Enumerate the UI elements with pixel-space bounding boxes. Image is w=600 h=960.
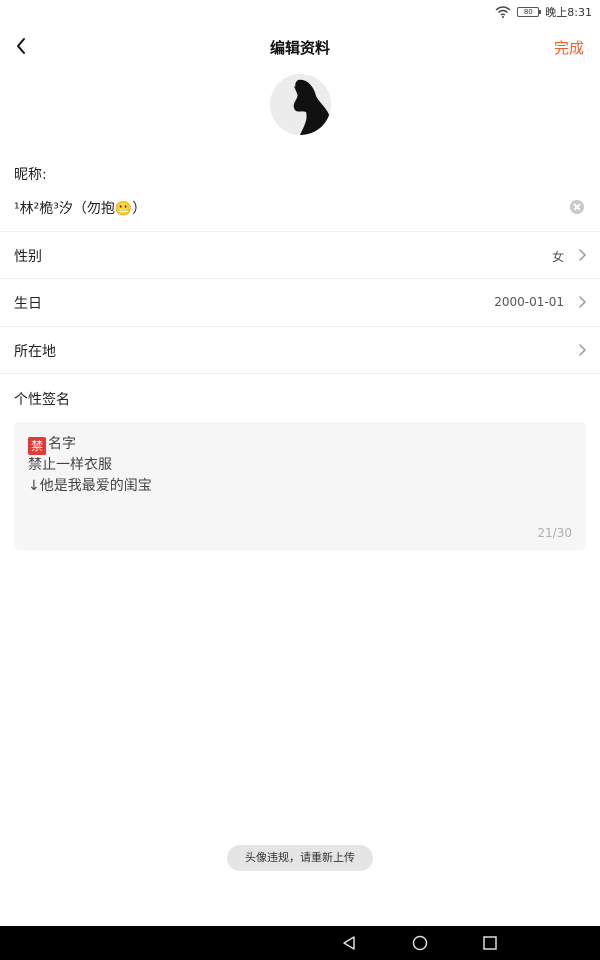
avatar-image [270,74,331,135]
battery-icon: 80 [517,7,542,17]
char-counter: 21/30 [537,526,572,540]
location-label: 所在地 [14,344,56,360]
done-button[interactable]: 完成 [554,37,584,58]
page-title: 编辑资料 [269,39,330,57]
signature-text: 名字 禁止一样衣服 ↓他是我最爱的闺宝 [28,436,152,494]
birthday-value: 2000-01-01 [494,295,564,309]
chevron-right-icon [579,249,586,261]
wifi-icon [495,6,511,18]
battery-level: 80 [523,8,533,16]
status-icons: 80 晚上8:31 [495,4,592,20]
clear-icon[interactable] [570,200,584,214]
location-row[interactable]: 所在地 [0,327,600,373]
divider [0,373,600,374]
navigation-bar [0,926,600,960]
home-circle-icon[interactable] [412,935,428,951]
toast-message: 头像违规，请重新上传 [227,845,373,871]
signature-textarea[interactable]: 禁名字 禁止一样衣服 ↓他是我最爱的闺宝 21/30 [14,422,586,550]
back-triangle-icon[interactable] [341,935,357,951]
birthday-row[interactable]: 生日 2000-01-01 [0,279,600,325]
gender-row[interactable]: 性别 女 [0,232,600,278]
avatar[interactable] [270,74,331,135]
chevron-right-icon [579,296,586,308]
birthday-label: 生日 [14,296,42,312]
recents-square-icon[interactable] [482,935,498,951]
status-bar: 80 晚上8:31 [0,0,600,24]
ban-badge: 禁 [28,437,46,455]
nickname-label: 昵称: [14,167,47,183]
status-time: 晚上8:31 [545,6,592,19]
nickname-input[interactable] [14,196,554,220]
chevron-right-icon [579,344,586,356]
header: 编辑资料 完成 [0,28,600,64]
signature-content: 禁名字 禁止一样衣服 ↓他是我最爱的闺宝 [28,434,568,497]
gender-label: 性别 [14,249,42,265]
signature-label: 个性签名 [14,392,70,408]
gender-value: 女 [551,250,564,264]
